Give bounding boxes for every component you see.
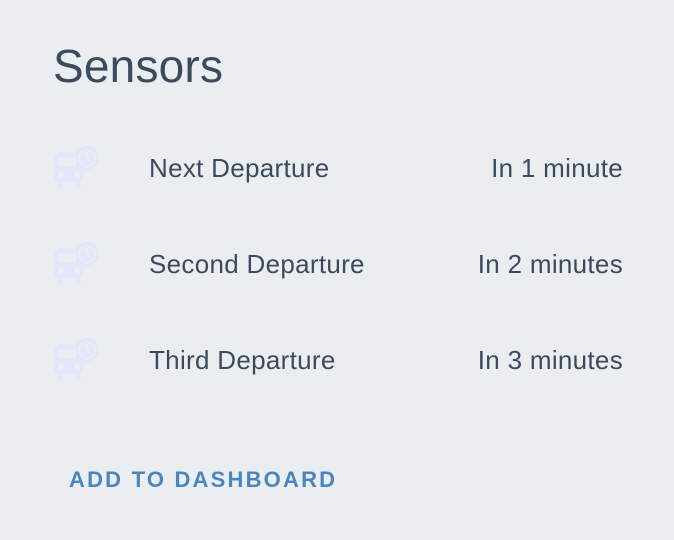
sensor-label: Next Departure xyxy=(149,153,330,183)
sensor-value: In 1 minute xyxy=(491,153,623,183)
sensor-value: In 2 minutes xyxy=(477,249,623,279)
sensor-value: In 3 minutes xyxy=(477,345,623,375)
sensor-row-third-departure[interactable]: Third Departure In 3 minutes xyxy=(0,312,674,408)
sensor-list: Next Departure In 1 minute Second Depart… xyxy=(0,120,674,408)
sensors-card: Sensors Next Departure In 1 minute Secon… xyxy=(0,0,674,540)
add-to-dashboard-button[interactable]: ADD TO DASHBOARD xyxy=(56,452,350,508)
sensor-row-next-departure[interactable]: Next Departure In 1 minute xyxy=(0,120,674,216)
bus-clock-icon xyxy=(54,338,99,380)
card-title: Sensors xyxy=(53,40,224,92)
sensor-label: Third Departure xyxy=(149,345,336,375)
bus-clock-icon xyxy=(54,242,99,284)
sensor-label: Second Departure xyxy=(149,249,365,279)
sensor-row-second-departure[interactable]: Second Departure In 2 minutes xyxy=(0,216,674,312)
bus-clock-icon xyxy=(54,146,99,188)
